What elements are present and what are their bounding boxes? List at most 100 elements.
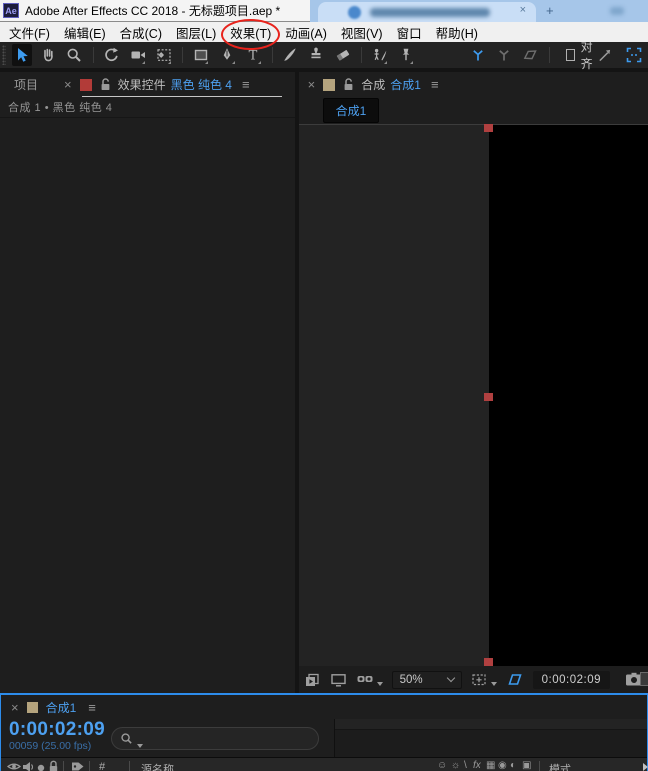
shy-switch-icon[interactable]: ☺	[437, 760, 447, 771]
tab-composition-target[interactable]: 合成1	[390, 76, 421, 93]
timeline-tab-label[interactable]: 合成1	[46, 699, 77, 716]
audio-speaker-icon[interactable]	[22, 761, 35, 771]
zoom-tool-button[interactable]	[65, 44, 84, 66]
tab-composition-label[interactable]: 合成	[361, 76, 385, 93]
panel-menu-icon[interactable]: ≡	[431, 77, 439, 92]
solo-icon[interactable]	[37, 764, 45, 771]
background-browser-window: × +	[310, 0, 648, 22]
pen-icon	[219, 47, 235, 63]
frame-blend-switch-icon[interactable]: ▦	[486, 760, 495, 771]
fx-switch-icon[interactable]: fx	[473, 760, 481, 771]
3d-layer-switch-icon[interactable]: ▣	[522, 760, 531, 771]
show-snapshot-icon-partial[interactable]	[640, 672, 648, 686]
lock-icon[interactable]	[100, 78, 111, 91]
composition-viewer[interactable]	[299, 124, 648, 666]
tab-effect-controls-label[interactable]: 效果控件	[118, 76, 166, 93]
rectangle-icon	[193, 47, 209, 63]
menu-layer[interactable]: 图层(L)	[176, 23, 216, 42]
motion-blur-switch-icon[interactable]: ◉	[498, 760, 507, 771]
timeline-track-area[interactable]	[335, 719, 647, 757]
region-of-interest-icon[interactable]	[471, 672, 497, 688]
pan-behind-tool-button[interactable]	[154, 44, 173, 66]
dropdown-arrow-icon	[377, 682, 383, 686]
snap-toggle[interactable]: 对齐	[566, 38, 597, 72]
pen-tool-button[interactable]	[217, 44, 236, 66]
panel-menu-icon[interactable]: ≡	[242, 77, 250, 92]
monitor-icon[interactable]	[330, 672, 347, 688]
view-axis-mode-button[interactable]	[521, 44, 540, 66]
lock-icon[interactable]	[48, 760, 59, 771]
mask-visibility-icon[interactable]	[506, 671, 524, 688]
layer-handle-top-left[interactable]	[484, 124, 493, 132]
world-axis-mode-button[interactable]	[495, 44, 514, 66]
layer-handle-bottom-left[interactable]	[484, 658, 493, 666]
after-effects-window: Ae Adobe After Effects CC 2018 - 无标题项目.a…	[0, 0, 648, 771]
column-mode[interactable]: 模式	[549, 761, 571, 771]
eraser-tool-button[interactable]	[333, 44, 352, 66]
comp-panel-tab-bar: × 合成 合成1 ≡	[299, 72, 648, 97]
comp-selector-row: 合成1	[299, 97, 648, 124]
hand-tool-button[interactable]	[39, 44, 58, 66]
rotate-icon	[103, 47, 119, 63]
label-tag-icon[interactable]	[71, 761, 85, 771]
column-hash[interactable]: #	[99, 761, 105, 771]
tab-effect-controls-target[interactable]: 黑色 纯色 4	[171, 76, 232, 93]
timeline-search-input[interactable]	[111, 727, 319, 750]
toolbar-separator	[182, 47, 183, 63]
rotation-tool-button[interactable]	[102, 44, 121, 66]
snap-checkbox[interactable]	[566, 49, 575, 61]
menu-effect[interactable]: 效果(T)	[230, 23, 271, 42]
menu-edit[interactable]: 编辑(E)	[64, 23, 106, 42]
quality-switch-icon[interactable]: \	[464, 760, 467, 771]
layer-handle-middle-left[interactable]	[484, 393, 493, 401]
puppet-pin-tool-button[interactable]	[396, 44, 415, 66]
tab-project[interactable]: 项目	[14, 76, 38, 93]
selection-tool-button[interactable]	[12, 44, 31, 66]
breadcrumb: 合成 1 • 黑色 纯色 4	[0, 97, 295, 118]
close-icon[interactable]: ×	[308, 77, 316, 92]
solid-red-swatch	[80, 79, 92, 91]
zoom-level-select[interactable]: 50%	[392, 671, 462, 689]
selection-arrow-icon	[14, 47, 30, 63]
camera-tool-button[interactable]	[128, 44, 147, 66]
comp-selector-button[interactable]: 合成1	[323, 98, 380, 123]
menu-help[interactable]: 帮助(H)	[436, 23, 478, 42]
toolbar-grip[interactable]	[2, 45, 6, 65]
capture-region-icon[interactable]	[626, 47, 642, 63]
clone-stamp-tool-button[interactable]	[307, 44, 326, 66]
column-source-name[interactable]: 源名称	[141, 761, 174, 771]
composition-frame[interactable]	[489, 125, 648, 666]
active-tab-underline	[82, 96, 282, 97]
timeline-ruler-strip[interactable]	[335, 719, 647, 730]
type-tool-button[interactable]: T	[244, 44, 263, 66]
close-icon[interactable]: ×	[11, 700, 19, 715]
panel-menu-icon[interactable]: ≡	[88, 700, 96, 715]
adjustment-layer-switch-icon[interactable]: ◐	[510, 760, 516, 771]
current-timecode[interactable]: 0:00:02:09	[9, 720, 111, 740]
collapse-switch-icon[interactable]: ☼	[451, 760, 460, 771]
lock-icon[interactable]	[343, 78, 354, 91]
always-preview-icon[interactable]	[304, 672, 321, 688]
comp-tan-swatch	[27, 702, 38, 713]
menu-file[interactable]: 文件(F)	[9, 23, 50, 42]
toolbar-right-icons	[597, 47, 642, 63]
close-icon[interactable]: ×	[64, 77, 72, 92]
browser-new-tab-icon: +	[546, 3, 554, 18]
rectangle-tool-button[interactable]	[191, 44, 210, 66]
roto-brush-tool-button[interactable]	[370, 44, 389, 66]
header-separator	[89, 761, 90, 771]
local-axis-mode-button[interactable]	[468, 44, 487, 66]
menu-animation[interactable]: 动画(A)	[285, 23, 327, 42]
menu-composition[interactable]: 合成(C)	[120, 23, 162, 42]
timeline-tab-bar: × 合成1 ≡	[1, 695, 647, 719]
arrow-northeast-icon[interactable]	[597, 48, 612, 63]
brush-tool-button[interactable]	[281, 44, 300, 66]
video-eye-icon[interactable]	[7, 761, 21, 771]
timeline-body: 0:00:02:09 00059 (25.00 fps)	[1, 719, 647, 757]
menu-view[interactable]: 视图(V)	[341, 23, 383, 42]
menu-window[interactable]: 窗口	[397, 23, 422, 42]
header-separator	[129, 761, 130, 771]
puppet-pin-icon	[398, 47, 414, 63]
stereo-3d-icon[interactable]	[356, 672, 383, 688]
viewer-timecode[interactable]: 0:00:02:09	[533, 671, 610, 689]
